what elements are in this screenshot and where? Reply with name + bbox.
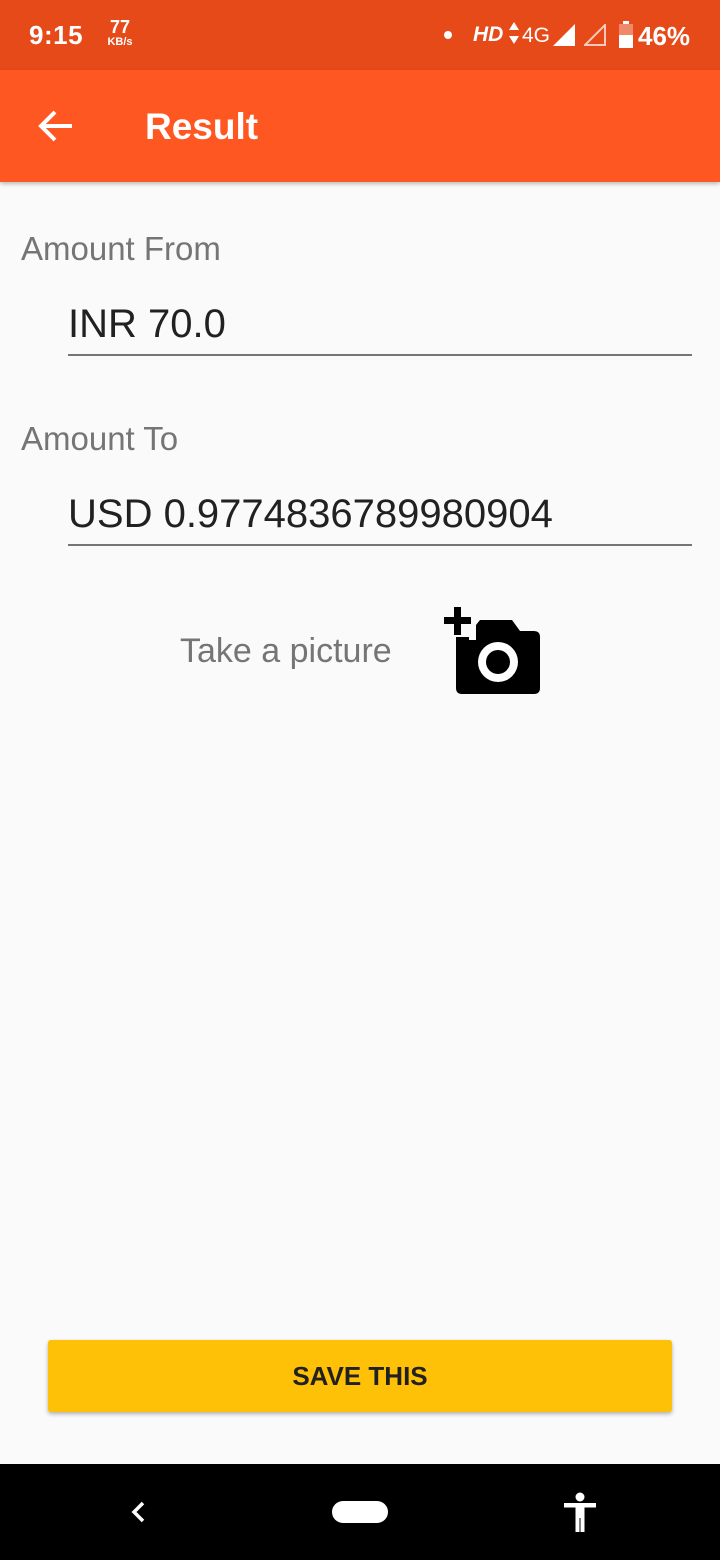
amount-to-label: Amount To xyxy=(21,420,179,457)
nav-home-button[interactable] xyxy=(332,1501,388,1523)
data-activity-icon xyxy=(508,22,520,51)
battery-percentage: 46% xyxy=(638,21,691,51)
accessibility-button[interactable] xyxy=(560,1490,600,1534)
battery-icon xyxy=(618,21,634,54)
status-bar: 9:15 77 KB/s HD 4G 46% xyxy=(0,0,720,70)
app-bar: Result xyxy=(0,70,720,182)
amount-from-label: Amount From xyxy=(21,230,221,267)
network-speed-unit: KB/s xyxy=(107,36,133,48)
add-photo-button[interactable] xyxy=(442,605,542,695)
add-a-photo-icon xyxy=(444,607,540,694)
nav-back-button[interactable] xyxy=(118,1490,162,1534)
amount-from-field[interactable]: INR 70.0 xyxy=(68,294,692,356)
network-type: 4G xyxy=(522,24,551,47)
signal-strength-icon xyxy=(553,24,575,51)
page-title: Result xyxy=(145,106,259,147)
amount-to-field[interactable]: USD 0.9774836789980904 xyxy=(68,484,692,546)
navigation-bar xyxy=(0,1464,720,1560)
status-time: 9:15 xyxy=(29,20,84,50)
signal-empty-icon xyxy=(582,22,606,51)
network-speed: 77 KB/s xyxy=(104,18,136,48)
take-picture-label: Take a picture xyxy=(180,632,392,670)
chevron-left-icon xyxy=(131,1501,145,1523)
notification-dot-icon xyxy=(444,31,452,39)
hd-indicator: HD xyxy=(473,23,504,46)
back-button[interactable] xyxy=(28,98,84,154)
accessibility-icon xyxy=(564,1492,596,1532)
network-speed-value: 77 xyxy=(109,17,131,37)
arrow-back-icon xyxy=(38,110,72,142)
save-button[interactable]: SAVE THIS xyxy=(48,1340,672,1412)
